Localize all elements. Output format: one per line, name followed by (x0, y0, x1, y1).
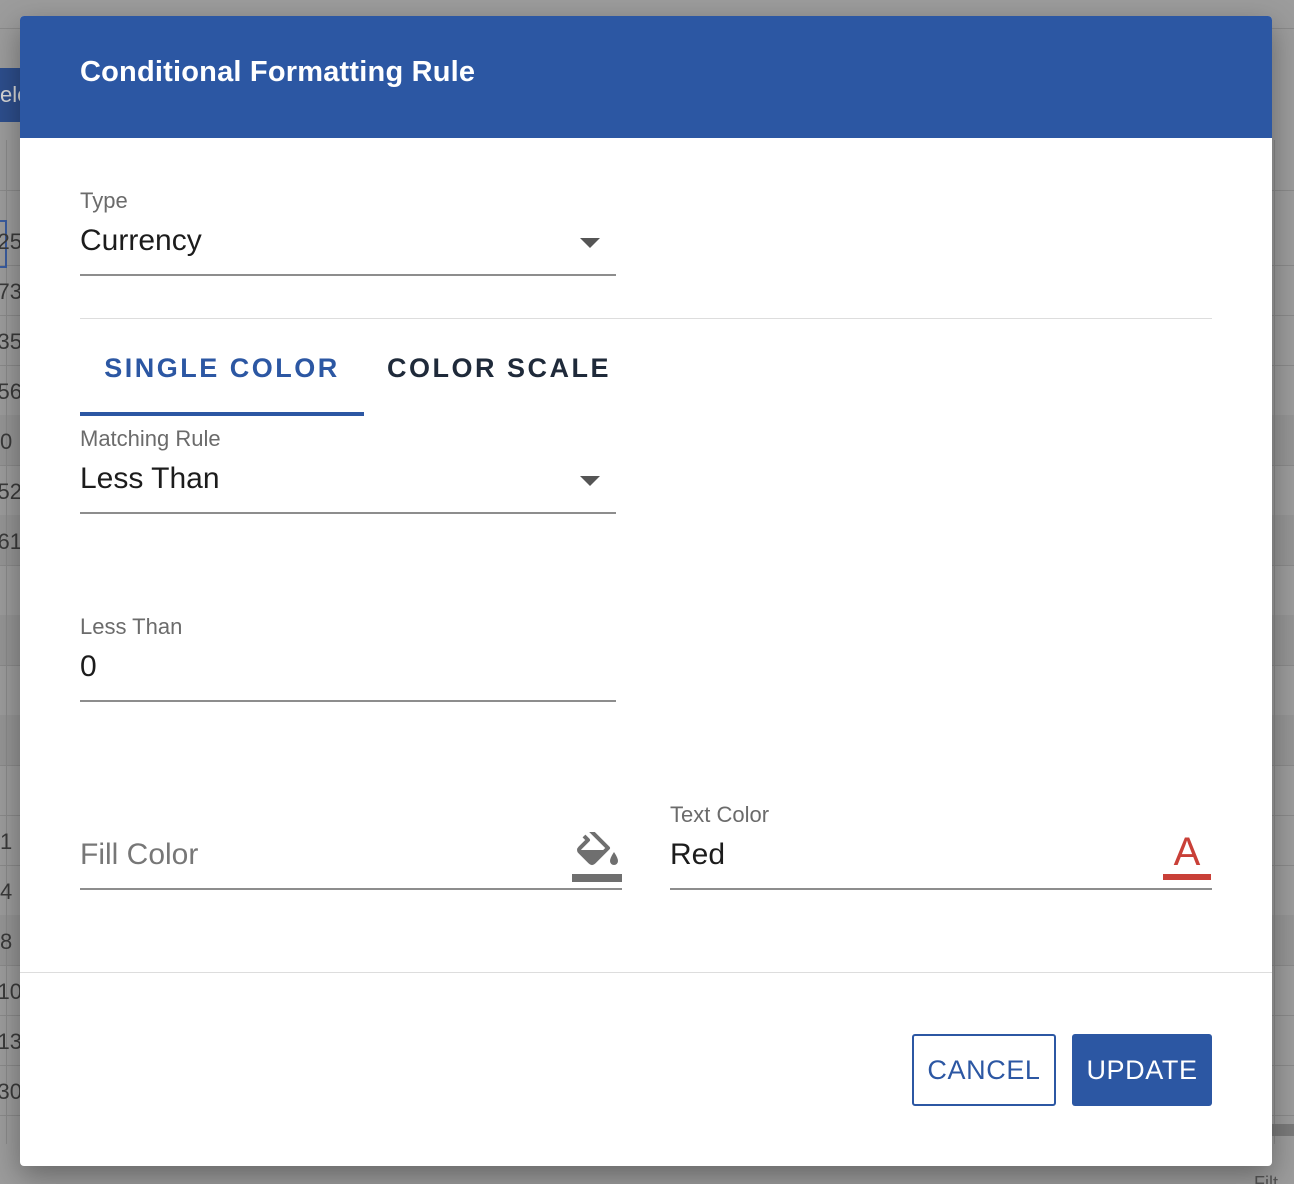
backdrop-button: ele (0, 68, 22, 122)
backdrop-cell: 13 (0, 1029, 22, 1054)
less-than-value: 0 (80, 650, 97, 683)
backdrop-footer-text: Filt (1254, 1173, 1278, 1184)
conditional-formatting-dialog: Conditional Formatting Rule Type Currenc… (20, 16, 1272, 1166)
text-color-icon[interactable]: A (1162, 830, 1212, 882)
backdrop-column-line (1274, 140, 1275, 1144)
fill-color-placeholder: Fill Color (80, 838, 199, 871)
matching-rule-label: Matching Rule (80, 426, 221, 451)
backdrop-cell: 10 (0, 979, 22, 1004)
paint-bucket-icon[interactable] (572, 826, 622, 882)
update-button[interactable]: UPDATE (1072, 1034, 1212, 1106)
backdrop-cell: 4 (0, 879, 13, 904)
text-color-label: Text Color (670, 802, 770, 827)
less-than-label: Less Than (80, 614, 183, 639)
fill-color-underline (80, 888, 622, 890)
type-underline (80, 274, 616, 276)
chevron-down-icon (580, 238, 600, 248)
text-color-underline (670, 888, 1212, 890)
active-tab-indicator (80, 412, 364, 416)
backdrop-cell: 73 (0, 279, 22, 304)
footer-divider (20, 972, 1272, 973)
type-value: Currency (80, 224, 202, 257)
text-color-swatch (1163, 874, 1211, 880)
backdrop-cell: 35 (0, 329, 22, 354)
dialog-header: Conditional Formatting Rule (20, 16, 1272, 138)
tab-color-scale[interactable]: COLOR SCALE (364, 338, 634, 414)
section-divider (80, 318, 1212, 319)
backdrop-cell: 52 (0, 479, 22, 504)
fill-color-field[interactable]: Fill Color (80, 816, 622, 890)
backdrop-cell: 61 (0, 529, 22, 554)
text-color-value: Red (670, 838, 726, 871)
text-color-field[interactable]: Text Color Red (670, 800, 1212, 890)
tab-single-color[interactable]: SINGLE COLOR (80, 338, 364, 414)
less-than-underline (80, 700, 616, 702)
less-than-field[interactable]: Less Than 0 (80, 612, 616, 702)
backdrop-cell: 30 (0, 1079, 22, 1104)
backdrop-cell: 56 (0, 379, 22, 404)
type-select[interactable]: Type Currency (80, 186, 616, 276)
backdrop-scrollbar (1272, 1124, 1294, 1136)
matching-rule-value: Less Than (80, 462, 220, 495)
matching-rule-underline (80, 512, 616, 514)
backdrop-cell: 0 (0, 429, 13, 454)
cancel-button[interactable]: CANCEL (912, 1034, 1056, 1106)
chevron-down-icon (580, 476, 600, 486)
backdrop-cell: 1 (0, 829, 13, 854)
backdrop-button-label: ele (0, 82, 22, 107)
dialog-title: Conditional Formatting Rule (80, 56, 476, 88)
matching-rule-select[interactable]: Matching Rule Less Than (80, 424, 616, 514)
text-color-glyph: A (1173, 830, 1201, 874)
backdrop-cell: 8 (0, 929, 13, 954)
backdrop-cell: 25 (0, 229, 22, 254)
type-label: Type (80, 188, 128, 213)
